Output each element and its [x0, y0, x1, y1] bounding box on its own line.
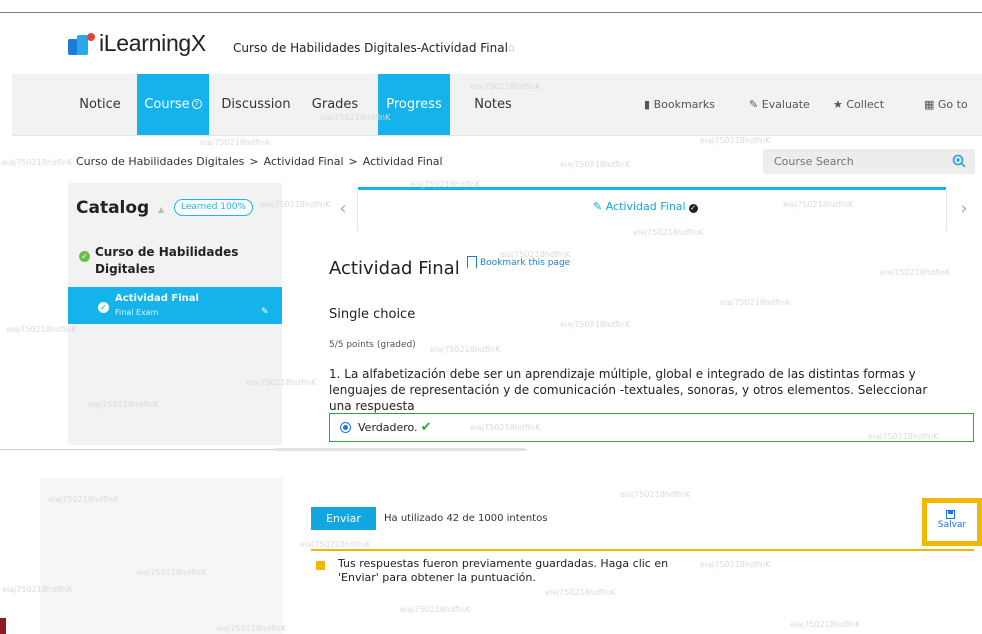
- nav-discussion[interactable]: Discussion: [215, 74, 297, 135]
- collect-link[interactable]: ★ Collect: [833, 74, 884, 135]
- catalog-title: Catalog: [76, 198, 150, 218]
- question-text: 1. La alfabetización debe ser un aprendi…: [329, 367, 928, 413]
- unit-heading: Actividad Final: [329, 258, 460, 279]
- notice-divider: [311, 549, 974, 551]
- attempts-text: Ha utilizado 42 de 1000 intentos: [384, 513, 548, 524]
- catalog-sidebar: Catalog ▲ Learned 100% ✓ Curso de Habili…: [68, 183, 282, 445]
- search-icon[interactable]: [952, 154, 966, 168]
- logo-icon: [68, 32, 95, 55]
- save-button[interactable]: Salvar: [922, 498, 982, 546]
- star-icon: ★: [833, 98, 843, 111]
- top-divider: [0, 12, 982, 13]
- bookmark-icon: [467, 256, 477, 268]
- nav-progress[interactable]: Progress: [378, 74, 450, 135]
- course-navbar: Notice Course? Discussion Grades Progres…: [12, 74, 982, 172]
- actions-content: [283, 478, 982, 634]
- qr-icon: ▦: [924, 98, 935, 111]
- nav-notice[interactable]: Notice: [70, 74, 130, 135]
- watermark: eiaj750218hdflnK: [200, 138, 271, 147]
- learned-badge: Learned 100%: [174, 199, 253, 216]
- nav-course[interactable]: Course?: [137, 74, 209, 135]
- saved-notice: Tus respuestas fueron previamente guarda…: [338, 557, 669, 584]
- unit-subtitle: Final Exam: [115, 308, 159, 317]
- search-input[interactable]: [763, 149, 943, 174]
- brand-name: iLearningX: [99, 30, 206, 56]
- submit-button[interactable]: Enviar: [311, 507, 376, 530]
- nav-grades[interactable]: Grades: [305, 74, 365, 135]
- answer-option[interactable]: Verdadero. ✔: [329, 413, 974, 442]
- watermark: eiaj750218hdflnK: [430, 345, 501, 354]
- section-label: Curso de Habilidades Digitales: [95, 245, 239, 276]
- answer-label: Verdadero.: [358, 421, 418, 434]
- home-icon[interactable]: ⌂: [508, 41, 515, 54]
- problem-points: 5/5 points (graded): [329, 340, 416, 350]
- edit-icon: ✎: [593, 200, 603, 213]
- check-circle-icon: ✓: [688, 204, 698, 213]
- breadcrumb-divider: [12, 135, 982, 136]
- course-title: Curso de Habilidades Digitales-Actividad…: [233, 41, 508, 55]
- breadcrumb: Curso de Habilidades Digitales > Actividad…: [76, 155, 443, 168]
- watermark: eiaj750218hdflnK: [700, 136, 771, 145]
- watermark: eiaj750218hdflnK: [2, 158, 73, 167]
- save-label: Salvar: [937, 520, 967, 530]
- problem-type: Single choice: [329, 307, 416, 322]
- check-circle-icon: ✓: [98, 302, 109, 313]
- edit-icon: ✎: [261, 307, 269, 317]
- breadcrumb-section[interactable]: Actividad Final: [264, 155, 344, 168]
- help-icon: ?: [191, 99, 202, 109]
- save-notice-icon: [316, 561, 325, 570]
- chevron-left-icon[interactable]: ‹: [329, 187, 357, 231]
- horizontal-scrollbar[interactable]: [275, 448, 525, 451]
- nav-notes[interactable]: Notes: [467, 74, 519, 135]
- breadcrumb-course[interactable]: Curso de Habilidades Digitales: [76, 155, 244, 168]
- brand-logo[interactable]: iLearningX: [68, 30, 206, 57]
- catalog-section[interactable]: ✓ Curso de Habilidades Digitales: [79, 244, 279, 276]
- caret-up-icon[interactable]: ▲: [158, 205, 164, 214]
- watermark: eiaj750218hdflnK: [720, 298, 791, 307]
- radio-selected[interactable]: [340, 422, 351, 433]
- corner-mark: [0, 618, 6, 634]
- checkmark-icon: ✔: [420, 420, 432, 435]
- unit-title: Actividad Final: [115, 293, 199, 304]
- bookmark-page-button[interactable]: Bookmark this page: [467, 256, 570, 268]
- save-icon: [946, 510, 955, 519]
- bookmark-icon: ▮: [644, 98, 651, 111]
- chevron-right-icon[interactable]: ›: [949, 187, 979, 231]
- breadcrumb-unit: Actividad Final: [362, 155, 443, 168]
- sequence-tab[interactable]: ✎ Actividad Final ✓: [593, 200, 698, 213]
- sequence-nav: ‹ ✎ Actividad Final ✓ ›: [329, 187, 982, 231]
- check-circle-icon: ✓: [79, 251, 90, 262]
- go-to-app-link[interactable]: ▦ Go to App: [924, 74, 982, 172]
- edit-icon: ✎: [749, 98, 759, 111]
- evaluate-link[interactable]: ✎ Evaluate: [749, 74, 810, 135]
- course-search: [763, 149, 975, 174]
- watermark: eiaj750218hdflnK: [560, 160, 631, 169]
- watermark: eiaj750218hdflnK: [880, 268, 951, 277]
- watermark: eiaj750218hdflnK: [560, 320, 631, 329]
- sequence-active-bar: [358, 187, 946, 190]
- catalog-unit-active[interactable]: ✓ Actividad Final Final Exam ✎: [68, 287, 282, 324]
- bookmarks-link[interactable]: ▮ Bookmarks: [644, 74, 715, 135]
- watermark: eiaj750218hdflnK: [6, 325, 77, 334]
